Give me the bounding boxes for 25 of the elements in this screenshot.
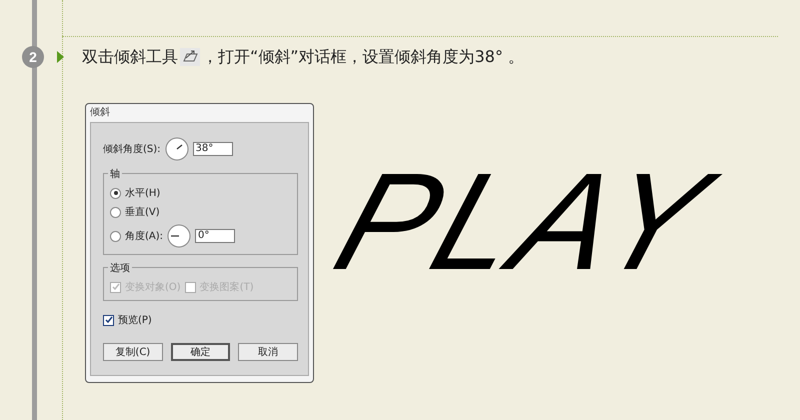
radio-button[interactable]	[110, 188, 121, 198]
angle-dial-icon[interactable]	[167, 224, 192, 248]
group-legend: 轴	[108, 167, 122, 181]
shear-tool-icon	[180, 48, 200, 66]
step-number: 2	[22, 46, 44, 68]
instruction-text: 双击倾斜工具	[82, 46, 178, 68]
shear-angle-field[interactable]: 38°	[192, 142, 233, 156]
radio-button[interactable]	[110, 230, 121, 242]
radio-label: 水平(H)	[125, 186, 160, 200]
group-legend: 选项	[108, 261, 132, 275]
checkbox-label: 预览(P)	[118, 314, 152, 327]
angle-field[interactable]: 0°	[195, 229, 236, 243]
instruction-text: ，打开“倾斜”对话框，设置倾斜角度为38° 。	[202, 46, 524, 68]
shear-angle-label: 倾斜角度(S):	[103, 142, 161, 156]
radio-label: 垂直(V)	[125, 206, 160, 219]
dialog-title: 倾斜	[90, 106, 110, 120]
radio-button[interactable]	[110, 206, 121, 218]
dialog-button[interactable]: 确定	[170, 343, 230, 361]
sheared-sample-text: PLAY	[322, 153, 726, 291]
radio-label: 角度(A):	[125, 230, 164, 243]
play-arrow-icon	[57, 51, 64, 63]
angle-dial-icon[interactable]	[164, 137, 189, 161]
dialog-button[interactable]: 复制(C)	[103, 343, 163, 361]
checkbox[interactable]	[103, 314, 114, 326]
dialog-button[interactable]: 取消	[238, 343, 298, 361]
